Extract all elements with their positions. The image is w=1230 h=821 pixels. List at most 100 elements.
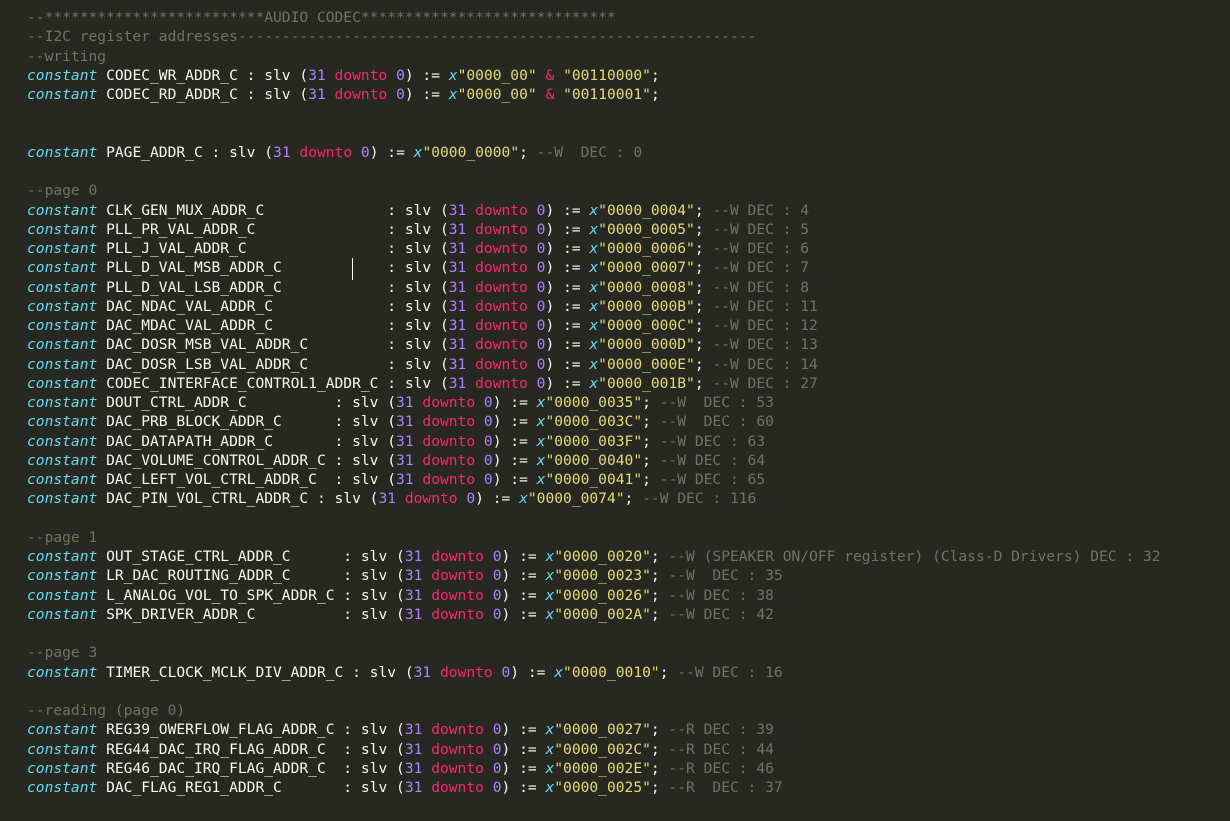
code-line[interactable]: constant CLK_GEN_MUX_ADDR_C : slv (31 do… (27, 201, 1230, 220)
code-line[interactable]: --*************************AUDIO CODEC**… (27, 8, 1230, 27)
string-literal: "0000_0000" (422, 143, 520, 161)
code-text: L_ANALOG_VOL_TO_SPK_ADDR_C : slv ( (97, 586, 405, 604)
code-line[interactable] (27, 624, 1230, 643)
code-text: ) := (492, 432, 537, 450)
code-text: ) := (404, 86, 449, 103)
number-token: 31 (404, 548, 423, 565)
number-token: 31 (396, 394, 414, 411)
keyword-token: constant (27, 779, 98, 796)
number-token: 0 (360, 143, 370, 161)
code-line[interactable]: constant CODEC_INTERFACE_CONTROL1_ADDR_C… (27, 374, 1230, 393)
code-line[interactable]: constant DAC_VOLUME_CONTROL_ADDR_C : slv… (27, 451, 1230, 470)
code-line[interactable]: constant DAC_DOSR_MSB_VAL_ADDR_C : slv (… (27, 335, 1230, 354)
number-token: 31 (413, 663, 432, 681)
code-line[interactable] (27, 509, 1230, 528)
hex-prefix-token: x (589, 374, 599, 392)
code-text: ) := (545, 297, 590, 315)
hex-prefix-token: x (448, 86, 458, 103)
code-line[interactable]: --page 0 (27, 181, 1230, 200)
code-line[interactable]: constant CODEC_RD_ADDR_C : slv (31 downt… (27, 85, 1230, 104)
code-line[interactable]: constant DAC_LEFT_VOL_CTRL_ADDR_C : slv … (27, 470, 1230, 489)
number-token: 31 (308, 86, 326, 103)
code-line[interactable]: constant DOUT_CTRL_ADDR_C : slv (31 down… (27, 393, 1230, 412)
keyword-token: constant (27, 759, 98, 777)
code-line[interactable]: constant PLL_PR_VAL_ADDR_C : slv (31 dow… (27, 220, 1230, 239)
code-line[interactable]: constant DAC_NDAC_VAL_ADDR_C : slv (31 d… (27, 297, 1230, 316)
string-literal: "0000_0023" (554, 567, 651, 585)
operator-token: downto (431, 721, 484, 739)
code-text: ; (650, 779, 669, 796)
operator-token: downto (422, 394, 476, 411)
code-line[interactable]: constant DAC_PIN_VOL_CTRL_ADDR_C : slv (… (27, 489, 1230, 508)
code-comment: --R DEC : 44 (668, 740, 774, 758)
code-line[interactable] (27, 682, 1230, 701)
keyword-token: constant (27, 86, 98, 103)
code-line[interactable]: constant DAC_DATAPATH_ADDR_C : slv (31 d… (27, 432, 1230, 451)
code-line[interactable]: constant DAC_DOSR_LSB_VAL_ADDR_C : slv (… (27, 355, 1230, 374)
code-text: ) := (545, 336, 590, 354)
code-text: CODEC_INTERFACE_CONTROL1_ADDR_C : slv ( (97, 374, 449, 392)
code-comment: --W (SPEAKER ON/OFF register) (Class-D D… (668, 548, 1161, 565)
code-line[interactable]: constant PLL_D_VAL_MSB_ADDR_C : slv (31 … (27, 258, 1230, 277)
code-text: DAC_PRB_BLOCK_ADDR_C : slv ( (97, 413, 397, 431)
code-line[interactable]: --reading (page 0) (27, 701, 1230, 720)
code-line[interactable]: --page 3 (27, 643, 1230, 662)
string-literal: "0000_000D" (598, 336, 695, 354)
code-comment: --W DEC : 6 (712, 240, 810, 257)
code-line[interactable]: constant REG46_DAC_IRQ_FLAG_ADDR_C : slv… (27, 759, 1230, 778)
code-line[interactable]: constant REG39_OWERFLOW_FLAG_ADDR_C : sl… (27, 720, 1230, 739)
code-line[interactable]: constant REG44_DAC_IRQ_FLAG_ADDR_C : slv… (27, 740, 1230, 759)
code-line[interactable]: constant OUT_STAGE_CTRL_ADDR_C : slv (31… (27, 547, 1230, 566)
code-text: ) := (501, 548, 546, 565)
operator-token: downto (475, 317, 528, 334)
code-line[interactable]: --writing (27, 47, 1230, 66)
hex-prefix-token: x (545, 759, 555, 777)
code-line[interactable]: --page 1 (27, 528, 1230, 547)
code-line[interactable]: constant CODEC_WR_ADDR_C : slv (31 downt… (27, 66, 1230, 85)
code-line[interactable] (27, 104, 1230, 123)
code-line[interactable]: constant L_ANALOG_VOL_TO_SPK_ADDR_C : sl… (27, 586, 1230, 605)
number-token: 31 (448, 297, 467, 315)
code-line[interactable]: --I2C register addresses----------------… (27, 27, 1230, 46)
code-text: ; (694, 336, 713, 354)
code-text: ) := (545, 240, 590, 257)
code-line[interactable]: constant SPK_DRIVER_ADDR_C : slv (31 dow… (27, 605, 1230, 624)
number-token: 31 (396, 451, 414, 469)
code-line[interactable]: constant DAC_FLAG_REG1_ADDR_C : slv (31 … (27, 778, 1230, 797)
code-line[interactable] (27, 162, 1230, 181)
string-literal: "0000_003F" (545, 432, 643, 450)
code-line[interactable]: constant DAC_PRB_BLOCK_ADDR_C : slv (31 … (27, 412, 1230, 431)
code-comment: --page 1 (27, 528, 98, 546)
code-line[interactable]: constant PLL_J_VAL_ADDR_C : slv (31 down… (27, 239, 1230, 258)
operator-token: downto (431, 567, 484, 585)
number-token: 31 (404, 567, 423, 585)
code-line[interactable]: constant PAGE_ADDR_C : slv (31 downto 0)… (27, 143, 1230, 162)
hex-prefix-token: x (554, 663, 564, 681)
code-text: PAGE_ADDR_C : slv ( (97, 143, 274, 161)
code-text: ; (694, 220, 713, 238)
code-text: ) := (501, 605, 546, 623)
operator-token: downto (334, 66, 388, 84)
code-line[interactable] (27, 124, 1230, 143)
string-literal: "0000_0026" (554, 586, 651, 604)
string-literal: "0000_0035" (545, 394, 643, 411)
operator-token: downto (475, 297, 528, 315)
code-line[interactable]: constant LR_DAC_ROUTING_ADDR_C : slv (31… (27, 566, 1230, 585)
code-line[interactable]: constant TIMER_CLOCK_MCLK_DIV_ADDR_C : s… (27, 663, 1230, 682)
code-editor[interactable]: --*************************AUDIO CODEC**… (0, 0, 1230, 821)
keyword-token: constant (27, 201, 98, 219)
number-token: 31 (448, 278, 467, 296)
operator-token: & (545, 66, 555, 84)
code-line[interactable]: constant DAC_MDAC_VAL_ADDR_C : slv (31 d… (27, 316, 1230, 335)
string-literal: "0000_0041" (545, 471, 643, 488)
code-area[interactable]: --*************************AUDIO CODEC**… (27, 8, 1230, 797)
code-line[interactable]: constant PLL_D_VAL_LSB_ADDR_C : slv (31 … (27, 278, 1230, 297)
